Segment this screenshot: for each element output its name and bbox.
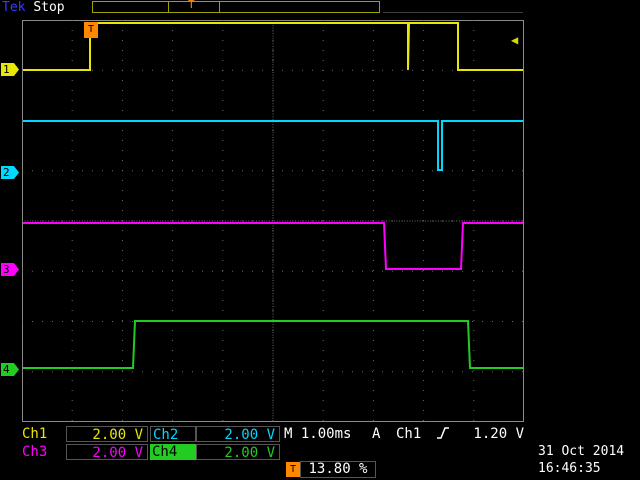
ch3-label[interactable]: Ch3 xyxy=(20,444,66,460)
ch1-marker[interactable]: 1 xyxy=(1,63,19,76)
acquisition-state: Stop xyxy=(33,0,65,15)
ch2-marker[interactable]: 2 xyxy=(1,166,19,179)
ch2-label[interactable]: Ch2 xyxy=(150,426,196,443)
record-bar-extension xyxy=(383,1,523,13)
rising-edge-icon xyxy=(436,426,452,442)
record-trigger-icon: T xyxy=(188,0,195,11)
time-readout: 16:46:35 xyxy=(538,461,601,476)
trigger-source[interactable]: Ch1 xyxy=(396,426,436,442)
ch3-marker[interactable]: 3 xyxy=(1,263,19,276)
ch2-scale[interactable]: 2.00 V xyxy=(196,426,280,443)
date-readout: 31 Oct 2014 xyxy=(538,444,625,459)
trigger-position-marker[interactable]: T xyxy=(84,22,98,38)
waveform-display xyxy=(22,20,524,422)
timebase-readout[interactable]: M 1.00ms xyxy=(284,426,374,442)
status-brand: Tek Stop xyxy=(2,0,65,16)
ch4-label[interactable]: Ch4 xyxy=(150,444,196,460)
ch3-scale[interactable]: 2.00 V xyxy=(66,444,148,461)
trigger-position-value[interactable]: 13.80 % xyxy=(300,461,376,478)
grid-lines xyxy=(22,20,524,422)
trigger-position-icon: T xyxy=(286,462,300,477)
brand-label: Tek xyxy=(2,0,26,15)
ch4-marker[interactable]: 4 xyxy=(1,363,19,376)
trigger-level[interactable]: 1.20 V xyxy=(470,426,524,442)
ch1-scale[interactable]: 2.00 V xyxy=(66,426,148,443)
ch4-scale[interactable]: 2.00 V xyxy=(196,444,280,461)
trigger-level-arrow-icon[interactable]: ◀ xyxy=(511,34,518,46)
ch1-label[interactable]: Ch1 xyxy=(20,426,66,442)
trigger-mode[interactable]: A xyxy=(372,426,388,442)
record-length-bar xyxy=(92,1,380,13)
